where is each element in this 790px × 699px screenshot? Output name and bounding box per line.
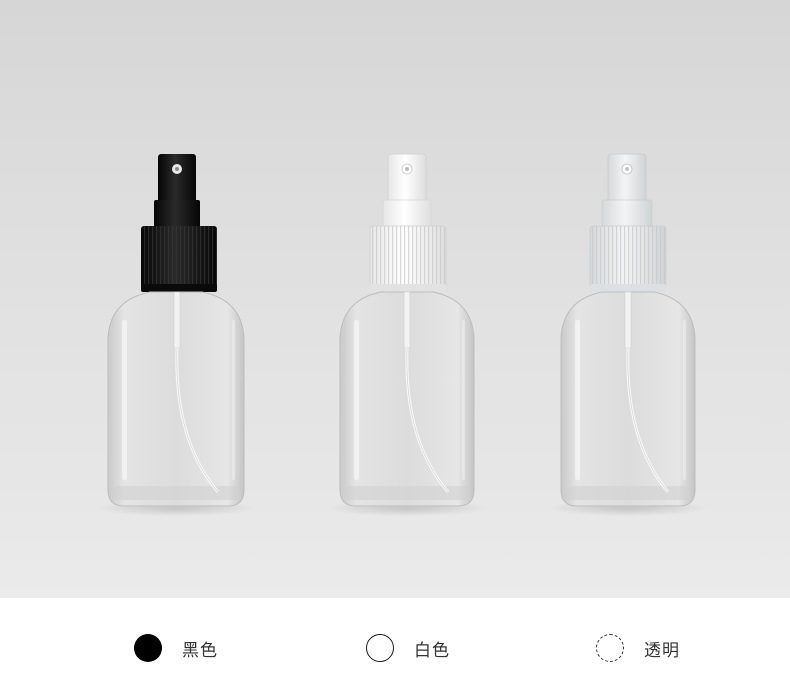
color-option-label: 白色	[414, 640, 450, 661]
color-option-label: 黑色	[182, 640, 218, 661]
product-photo	[0, 0, 790, 598]
black-swatch-icon	[134, 634, 162, 662]
clear-swatch-icon	[596, 634, 624, 662]
color-options-bar: 黑色 白色 透明	[0, 598, 790, 699]
color-option-white[interactable]: 白色	[366, 631, 450, 665]
color-option-black[interactable]: 黑色	[134, 631, 218, 665]
spray-bottles-illustration	[96, 153, 708, 516]
color-option-clear[interactable]: 透明	[596, 631, 680, 665]
color-option-label: 透明	[644, 640, 680, 661]
bottle-black-cap	[96, 154, 256, 516]
bottle-white-cap	[327, 153, 487, 516]
white-swatch-icon	[366, 634, 394, 662]
bottle-clear-cap	[548, 153, 708, 516]
